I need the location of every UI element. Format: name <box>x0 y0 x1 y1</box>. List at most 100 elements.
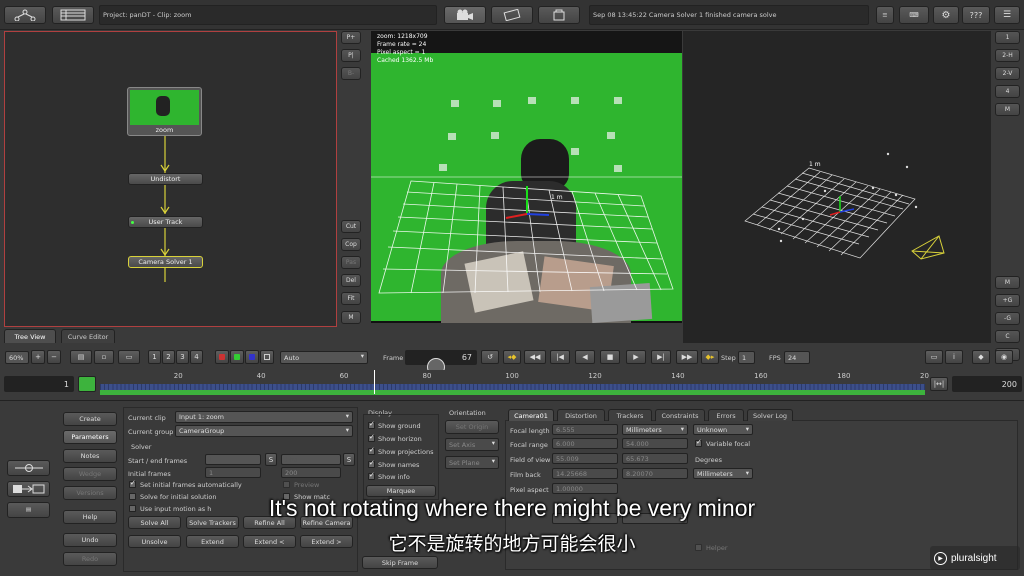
current-group-select[interactable]: CameraGroup <box>175 425 353 437</box>
layout-1-button[interactable]: 1 <box>995 31 1020 44</box>
go-end-button[interactable]: ▶▶ <box>676 350 698 364</box>
pixel-aspect-field[interactable]: 1.00000 <box>552 483 618 494</box>
focal-range-max-field[interactable]: 54.000 <box>622 438 688 449</box>
show-projections-checkbox[interactable] <box>368 446 375 455</box>
clip-viewer[interactable]: 1 m zoom: 1218x709 Frame rate = 24 Pixel… <box>371 31 682 323</box>
play-backward-button[interactable]: ◀ <box>575 350 595 364</box>
tab-constraints[interactable]: Constraints <box>655 409 705 421</box>
tab-distortion[interactable]: Distortion <box>557 409 605 421</box>
timeline-playhead[interactable] <box>373 370 375 394</box>
stop-button[interactable]: ■ <box>600 350 620 364</box>
menu-m-button[interactable]: M <box>995 103 1020 116</box>
paste-button[interactable]: Pas <box>341 256 361 269</box>
set-origin-button[interactable]: Set Origin <box>445 420 499 434</box>
show-info-checkbox[interactable] <box>368 471 375 480</box>
tab-solver-log[interactable]: Solver Log <box>747 409 793 421</box>
channel-2-button[interactable]: 2 <box>162 350 175 364</box>
layout-2v-button[interactable]: 2-V <box>995 67 1020 80</box>
play-forward-button[interactable]: ▶ <box>626 350 646 364</box>
tab-tree-view[interactable]: Tree View <box>4 329 56 343</box>
notes-button[interactable]: ≡ <box>876 6 894 24</box>
show-horizon-checkbox[interactable] <box>368 433 375 442</box>
channel-3-button[interactable]: 3 <box>176 350 189 364</box>
timeline-green-marker[interactable] <box>78 376 96 392</box>
notes-panel-button[interactable]: Notes <box>63 449 117 463</box>
node-undistort[interactable]: Undistort <box>128 173 203 185</box>
settings-button[interactable]: ⚙ <box>933 6 959 24</box>
tab-errors[interactable]: Errors <box>708 409 744 421</box>
tracking-mode-button[interactable] <box>491 6 533 24</box>
info-button[interactable]: i <box>945 350 963 364</box>
layout-button-2[interactable]: ▫ <box>94 350 114 364</box>
m-button[interactable]: M <box>995 276 1020 289</box>
film-units-select[interactable]: Millimeters <box>693 468 753 479</box>
parameters-button[interactable]: Parameters <box>63 430 117 444</box>
node-user-track[interactable]: User Track <box>128 216 203 228</box>
wedge-button[interactable]: Wedge <box>63 467 117 481</box>
parent-pipe-button[interactable]: P| <box>341 49 361 62</box>
timeline-start-field[interactable]: 1 <box>4 376 74 392</box>
set-axis-select[interactable]: Set Axis <box>445 438 499 451</box>
clip-mode-button[interactable] <box>538 6 580 24</box>
cut-button[interactable]: Cut <box>341 220 361 233</box>
current-clip-select[interactable]: Input 1: zoom <box>175 411 353 423</box>
fov-h-field[interactable]: 55.009 <box>552 453 618 464</box>
initial-end-field[interactable]: 200 <box>281 467 341 478</box>
timeline-end-field[interactable]: 200 <box>952 376 1022 392</box>
film-back-w-field[interactable]: 14.25668 <box>552 468 618 479</box>
zoom-out-button[interactable]: − <box>47 350 61 364</box>
menu-dropdown-button[interactable]: M <box>341 311 361 324</box>
layout-button-3[interactable]: ▭ <box>118 350 140 364</box>
fit-button[interactable]: Fit <box>341 292 361 305</box>
display-mode-select[interactable]: Auto <box>280 351 368 364</box>
show-names-checkbox[interactable] <box>368 459 375 468</box>
grid-minus-button[interactable]: -G <box>995 312 1020 325</box>
fov-v-field[interactable]: 65.673 <box>622 453 688 464</box>
end-frame-field[interactable]: 200 <box>281 454 341 465</box>
delete-button[interactable]: Del <box>341 274 361 287</box>
keyboard-button[interactable]: ⌨ <box>899 6 929 24</box>
go-start-button[interactable]: ◀◀ <box>524 350 546 364</box>
camera-mode-button[interactable] <box>444 6 486 24</box>
view-button[interactable]: ◉ <box>995 350 1013 364</box>
branch-minus-button[interactable]: B- <box>341 67 361 80</box>
3d-perspective-view[interactable]: 1 m <box>683 31 991 343</box>
create-button[interactable]: Create <box>63 412 117 426</box>
focal-range-min-field[interactable]: 6.000 <box>552 438 618 449</box>
layout-button-1[interactable]: ▤ <box>70 350 92 364</box>
start-frame-field[interactable]: 1 <box>205 454 261 465</box>
set-plane-select[interactable]: Set Plane <box>445 456 499 469</box>
copy-button[interactable]: Cop <box>341 238 361 251</box>
green-channel-button[interactable] <box>230 350 244 364</box>
render-button[interactable]: ◆ <box>972 350 990 364</box>
loop-button[interactable]: ↺ <box>481 350 499 364</box>
step-forward-button[interactable]: ▶| <box>651 350 671 364</box>
menu-button[interactable]: ☰ <box>994 6 1020 24</box>
key-prev-button[interactable]: ◂◆ <box>503 350 521 364</box>
focal-units-select[interactable]: Millimeters <box>622 424 688 435</box>
channel-1-button[interactable]: 1 <box>148 350 161 364</box>
focal-mode-select[interactable]: Unknown <box>693 424 753 435</box>
layout-2h-button[interactable]: 2-H <box>995 49 1020 62</box>
parent-plus-button[interactable]: P+ <box>341 31 361 44</box>
start-set-button[interactable]: S <box>265 453 277 466</box>
node-zoom-thumbnail[interactable]: zoom <box>127 87 202 136</box>
c-button[interactable]: C <box>995 330 1020 343</box>
tab-curve-editor[interactable]: Curve Editor <box>61 329 115 343</box>
blue-channel-button[interactable] <box>245 350 259 364</box>
skip-frame-button[interactable]: Skip Frame <box>362 556 438 569</box>
layout-4-button[interactable]: 4 <box>995 85 1020 98</box>
zoom-level-field[interactable]: 60% <box>5 351 29 364</box>
variable-focal-checkbox[interactable] <box>695 438 702 447</box>
initial-start-field[interactable]: 1 <box>205 467 261 478</box>
step-back-button[interactable]: |◀ <box>550 350 570 364</box>
film-back-h-field[interactable]: 8.20070 <box>622 468 688 479</box>
timeline-fit-button[interactable]: |↔| <box>930 377 948 391</box>
alpha-channel-button[interactable] <box>260 350 274 364</box>
end-set-button[interactable]: S <box>343 453 355 466</box>
node-mode-button[interactable] <box>7 460 50 476</box>
preview-checkbox[interactable] <box>283 481 290 488</box>
grid-plus-button[interactable]: +G <box>995 294 1020 307</box>
fps-field[interactable]: 24 <box>784 351 810 364</box>
channel-4-button[interactable]: 4 <box>190 350 203 364</box>
